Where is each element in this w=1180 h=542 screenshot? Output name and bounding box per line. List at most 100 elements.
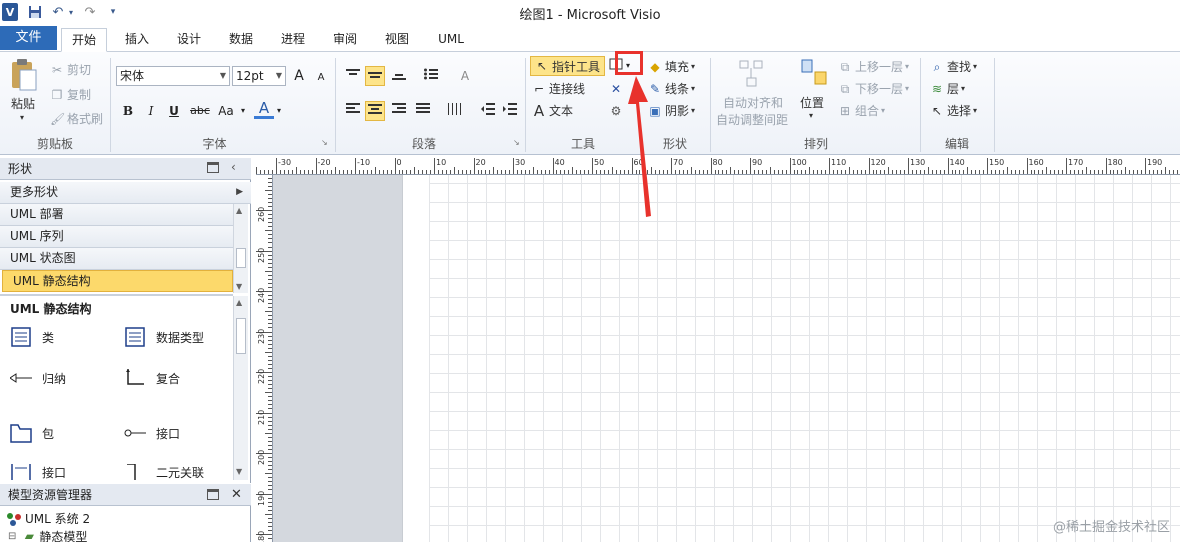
align-top-icon[interactable] bbox=[343, 66, 363, 86]
horizontal-ruler[interactable]: -30 -20 -10 0 10 20 30 40 50 60 70 80 90 100 110 120 130… bbox=[256, 158, 1180, 175]
font-size-combo[interactable]: 12pt ▼ bbox=[232, 66, 286, 86]
align-right-icon[interactable] bbox=[389, 101, 409, 121]
select-button[interactable]: ↖ 选择 ▾ bbox=[930, 102, 977, 119]
cut-button[interactable]: ✂ 剪切 bbox=[50, 61, 91, 78]
tab-design[interactable]: 设计 bbox=[168, 28, 210, 52]
layers-button[interactable]: ≋ 层 ▾ bbox=[930, 80, 965, 97]
tab-process[interactable]: 进程 bbox=[272, 28, 314, 52]
bold-button[interactable]: B bbox=[118, 101, 138, 121]
font-name-combo[interactable]: 宋体 ▼ bbox=[116, 66, 230, 86]
text-direction-icon[interactable]: A bbox=[455, 66, 475, 86]
tab-view[interactable]: 视图 bbox=[376, 28, 418, 52]
scroll-down-icon[interactable]: ▼ bbox=[236, 282, 242, 291]
stencil-uml-statechart[interactable]: UML 状态图 bbox=[0, 248, 233, 270]
scroll-thumb[interactable] bbox=[236, 248, 246, 268]
text-columns-icon[interactable] bbox=[444, 101, 464, 121]
pointer-tool-button[interactable]: ↖ 指针工具 bbox=[530, 56, 606, 76]
redo-icon[interactable]: ↷ bbox=[82, 3, 98, 21]
paste-button[interactable]: 粘贴 bbox=[11, 95, 35, 112]
tab-home[interactable]: 开始 bbox=[61, 28, 107, 52]
tab-uml[interactable]: UML bbox=[430, 28, 472, 52]
undo-icon[interactable]: ↶ bbox=[50, 3, 66, 21]
customize-qat-icon[interactable]: ▾ bbox=[108, 3, 118, 21]
shape-interface-lollipop[interactable]: 接口 bbox=[124, 422, 180, 444]
shapes-scrollbar[interactable]: ▲ ▼ bbox=[233, 296, 248, 480]
vertical-ruler[interactable]: 260 250 240 230 220 210 200 190 180 bbox=[256, 175, 273, 542]
stencil-list-scrollbar[interactable]: ▲ ▼ bbox=[233, 204, 248, 293]
align-bottom-icon[interactable] bbox=[389, 66, 409, 86]
visio-app-icon[interactable]: V bbox=[2, 3, 18, 21]
close-icon[interactable]: ✕ bbox=[231, 487, 242, 502]
find-button[interactable]: ⌕ 查找 ▾ bbox=[930, 58, 977, 75]
bring-forward-button[interactable]: ⧉ 上移一层 ▾ bbox=[838, 58, 909, 75]
align-middle-icon[interactable] bbox=[365, 66, 385, 86]
save-icon[interactable] bbox=[27, 3, 43, 21]
stencil-uml-static-structure[interactable]: UML 静态结构 bbox=[2, 270, 233, 292]
ruler-tick bbox=[268, 420, 272, 422]
dialog-launcher-icon[interactable]: ↘ bbox=[513, 138, 520, 147]
font-color-button[interactable]: A bbox=[254, 99, 274, 119]
case-dropdown-icon[interactable]: ▾ bbox=[238, 101, 248, 121]
connection-point-icon[interactable]: ⚙ bbox=[606, 101, 626, 121]
connector-button[interactable]: ⌐ 连接线 bbox=[532, 80, 585, 97]
tree-expander-icon[interactable]: ⊟ bbox=[8, 531, 16, 542]
shape-binary-association[interactable]: 二元关联 bbox=[124, 464, 204, 480]
stencil-uml-deployment[interactable]: UML 部署 bbox=[0, 204, 233, 226]
paste-dropdown-icon[interactable]: ▾ bbox=[20, 113, 24, 122]
scroll-up-icon[interactable]: ▲ bbox=[236, 298, 242, 307]
close-x-icon[interactable]: ✕ bbox=[606, 79, 626, 99]
position-dropdown-icon[interactable]: ▾ bbox=[809, 111, 813, 120]
ruler-tick bbox=[355, 158, 356, 174]
align-center-icon[interactable] bbox=[365, 101, 385, 121]
tab-review[interactable]: 审阅 bbox=[324, 28, 366, 52]
italic-button[interactable]: I bbox=[141, 101, 161, 121]
shrink-font-button[interactable]: A bbox=[311, 68, 331, 88]
scroll-thumb[interactable] bbox=[236, 318, 246, 354]
tab-data[interactable]: 数据 bbox=[220, 28, 262, 52]
dialog-launcher-icon[interactable]: ↘ bbox=[321, 138, 328, 147]
shape-generalization[interactable]: 归纳 bbox=[10, 367, 66, 389]
font-color-dropdown-icon[interactable]: ▾ bbox=[274, 101, 284, 121]
drawing-page[interactable] bbox=[402, 175, 1180, 542]
collapse-pane-icon[interactable]: ‹ bbox=[231, 160, 236, 174]
change-case-button[interactable]: Aa bbox=[214, 101, 238, 121]
shape-composition[interactable]: 复合 bbox=[124, 367, 180, 389]
undo-dropdown-icon[interactable]: ▾ bbox=[66, 3, 76, 21]
auto-align-icon[interactable] bbox=[736, 58, 768, 90]
more-shapes-item[interactable]: 更多形状 ▶ bbox=[0, 182, 251, 204]
underline-button[interactable]: U bbox=[164, 101, 184, 121]
position-button[interactable]: 位置 bbox=[800, 94, 824, 111]
align-left-icon[interactable] bbox=[343, 101, 363, 121]
text-tool-button[interactable]: A 文本 bbox=[532, 102, 573, 119]
increase-indent-icon[interactable] bbox=[500, 101, 520, 121]
stencil-uml-sequence[interactable]: UML 序列 bbox=[0, 226, 233, 248]
auto-align-label[interactable]: 自动对齐和 bbox=[723, 94, 783, 111]
shape-package[interactable]: 包 bbox=[10, 422, 54, 444]
ruler-tick bbox=[908, 158, 909, 174]
ruler-tick bbox=[311, 170, 313, 174]
strikethrough-button[interactable]: abc bbox=[188, 101, 212, 121]
position-icon[interactable] bbox=[800, 58, 828, 88]
justify-icon[interactable] bbox=[413, 101, 433, 121]
shape-datatype[interactable]: 数据类型 bbox=[124, 326, 204, 348]
group-button[interactable]: ⊞ 组合 ▾ bbox=[838, 102, 885, 119]
decrease-indent-icon[interactable] bbox=[478, 101, 498, 121]
tab-file[interactable]: 文件 bbox=[0, 26, 57, 50]
grow-font-button[interactable]: A bbox=[289, 66, 309, 86]
paste-icon[interactable] bbox=[8, 58, 40, 92]
maximize-pane-icon[interactable] bbox=[207, 489, 219, 500]
copy-button[interactable]: ❐ 复制 bbox=[50, 86, 91, 103]
tree-item-static-model[interactable]: ⊟ ▰ 静态模型 bbox=[8, 530, 87, 542]
shape-class[interactable]: 类 bbox=[10, 326, 54, 348]
shape-interface[interactable]: 接口 bbox=[10, 464, 66, 480]
tree-item-uml-system[interactable]: UML 系统 2 bbox=[6, 510, 90, 527]
bullets-icon[interactable] bbox=[421, 66, 441, 86]
maximize-pane-icon[interactable] bbox=[207, 162, 219, 173]
scroll-down-icon[interactable]: ▼ bbox=[236, 467, 242, 476]
auto-space-label[interactable]: 自动调整间距 bbox=[716, 111, 788, 128]
format-painter-button[interactable]: 🖌 格式刷 bbox=[50, 110, 103, 127]
tab-insert[interactable]: 插入 bbox=[116, 28, 158, 52]
scroll-up-icon[interactable]: ▲ bbox=[236, 206, 242, 215]
fill-button[interactable]: ◆ 填充 ▾ bbox=[648, 58, 695, 75]
send-backward-button[interactable]: ⧉ 下移一层 ▾ bbox=[838, 80, 909, 97]
